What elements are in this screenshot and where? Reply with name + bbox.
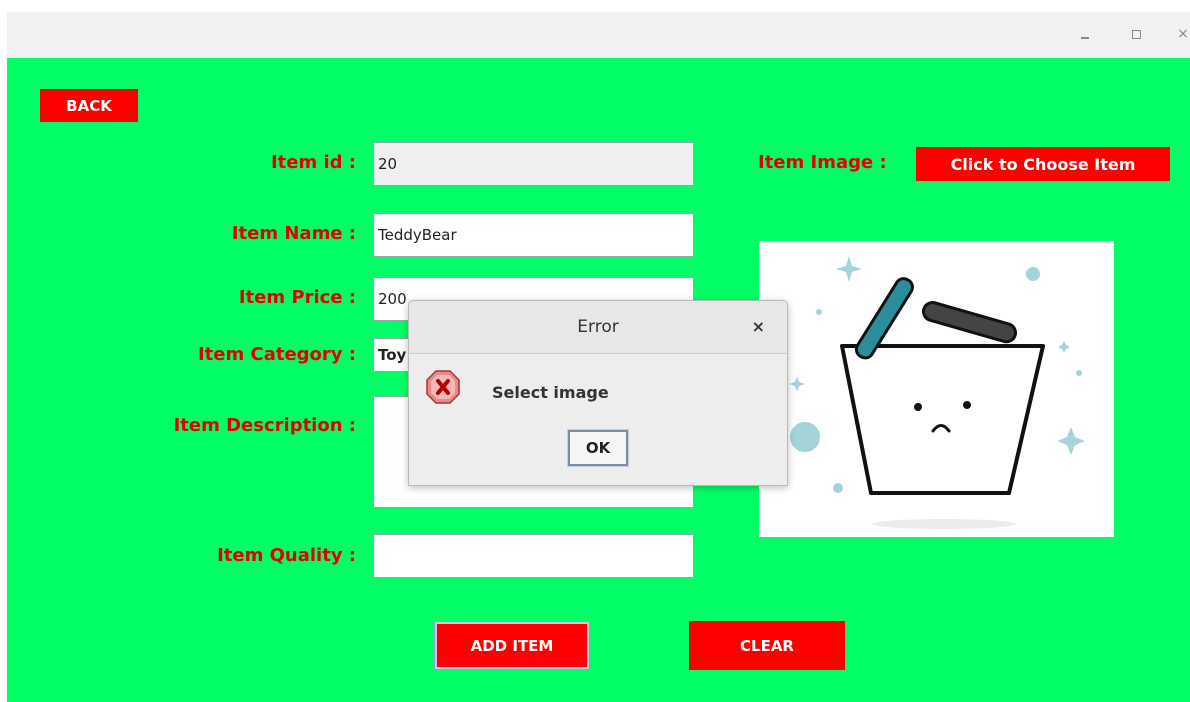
item-image-label: Item Image :: [758, 152, 887, 173]
choose-image-button[interactable]: Click to Choose Item: [916, 147, 1170, 181]
empty-basket-illustration: [789, 256, 1085, 529]
dialog-title: Error: [577, 317, 619, 337]
minimize-icon[interactable]: [1077, 26, 1093, 42]
item-name-label: Item Name :: [231, 223, 356, 244]
item-category-label: Item Category :: [197, 344, 356, 365]
item-id-label: Item id :: [270, 152, 356, 173]
dialog-close-icon[interactable]: ×: [752, 317, 765, 336]
close-icon[interactable]: ×: [1175, 26, 1190, 42]
item-quality-label: Item Quality :: [217, 545, 356, 566]
ok-button[interactable]: OK: [567, 429, 629, 467]
item-name-field[interactable]: TeddyBear: [373, 213, 694, 257]
item-id-field[interactable]: 20: [373, 142, 694, 186]
error-icon: [425, 369, 461, 405]
dialog-message: Select image: [492, 383, 609, 402]
window-titlebar: ×: [7, 12, 1190, 58]
dialog-titlebar: Error ×: [409, 301, 787, 354]
error-dialog: Error × Select image OK: [408, 300, 788, 486]
item-image-preview: [759, 241, 1114, 537]
item-price-label: Item Price :: [238, 287, 356, 308]
maximize-icon[interactable]: [1128, 26, 1144, 42]
clear-button[interactable]: CLEAR: [689, 621, 845, 670]
add-item-button[interactable]: ADD ITEM: [434, 621, 590, 670]
item-description-label: Item Description :: [173, 415, 356, 436]
item-quality-field[interactable]: [373, 534, 694, 578]
back-button[interactable]: BACK: [40, 89, 138, 122]
